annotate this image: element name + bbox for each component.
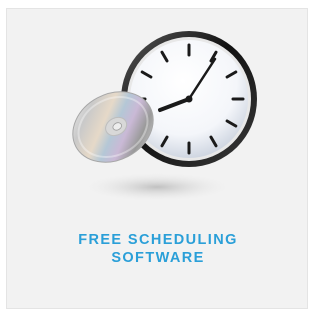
card-title[interactable]: FREE SCHEDULING SOFTWARE (7, 231, 309, 267)
free-scheduling-software-card[interactable]: FREE SCHEDULING SOFTWARE (6, 8, 308, 309)
card-title-line-2[interactable]: SOFTWARE (7, 249, 309, 267)
shadow (85, 173, 229, 201)
scheduling-illustration (72, 31, 257, 201)
card-title-line-1[interactable]: FREE SCHEDULING (7, 231, 309, 249)
